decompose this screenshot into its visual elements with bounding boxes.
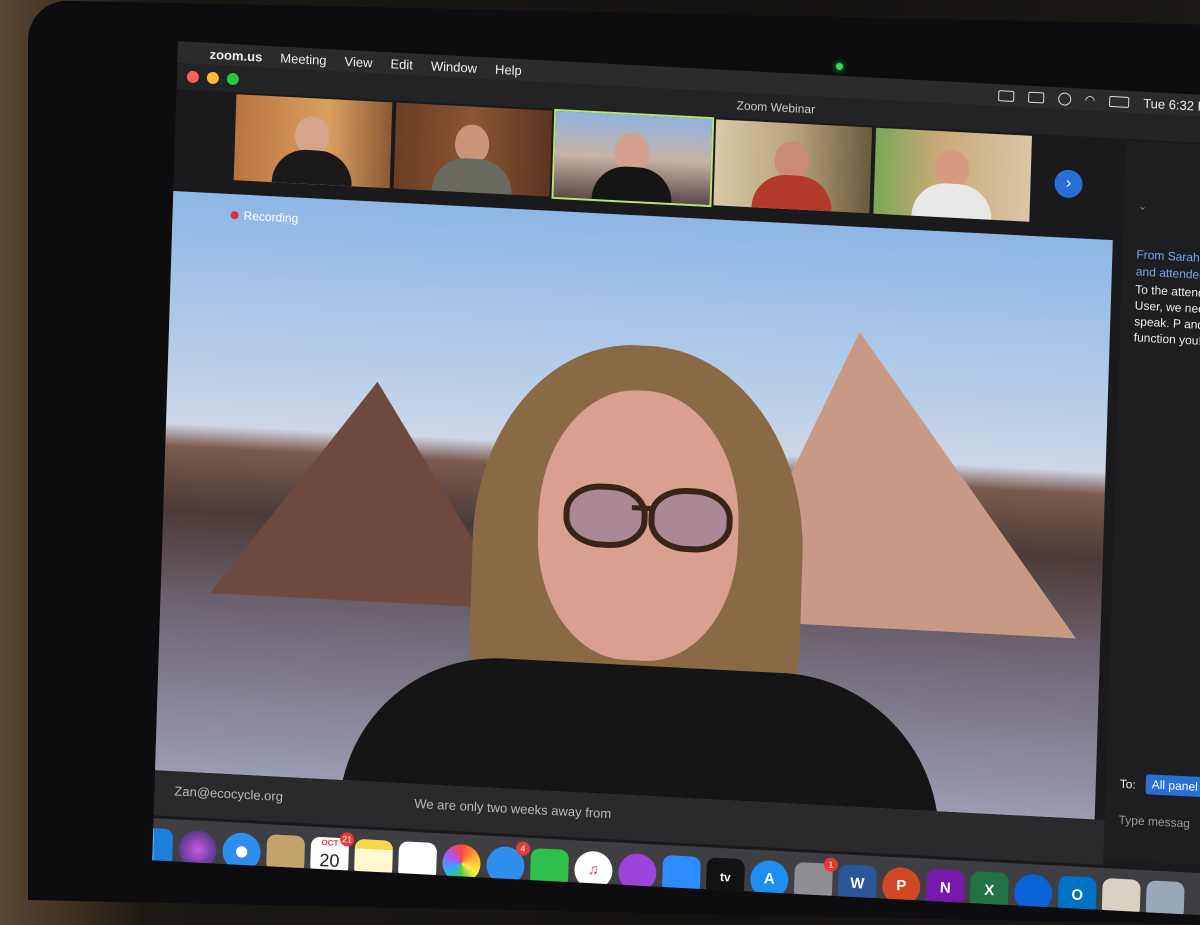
chat-recipient-dropdown[interactable]: All panel xyxy=(1145,774,1200,798)
facetime-icon[interactable] xyxy=(529,848,570,888)
glasses-bridge xyxy=(631,505,652,512)
system-preferences-icon[interactable]: 1 xyxy=(793,857,839,902)
menu-edit[interactable]: Edit xyxy=(390,56,413,72)
onedrive-icon[interactable] xyxy=(1013,873,1053,914)
glasses-lens-right xyxy=(647,486,734,555)
photos-icon[interactable] xyxy=(441,843,482,884)
main-speaker-video: Recording xyxy=(152,189,1113,820)
recording-label: Recording xyxy=(243,208,299,226)
menu-help[interactable]: Help xyxy=(495,61,522,77)
finder-icon[interactable] xyxy=(152,827,174,868)
messages-icon[interactable]: 4 xyxy=(485,841,531,886)
battery-icon[interactable] xyxy=(1109,95,1130,108)
reminders-icon[interactable] xyxy=(397,841,438,882)
time-machine-icon[interactable] xyxy=(1057,91,1071,106)
camera-indicator xyxy=(836,62,843,71)
window-title: Zoom Webinar xyxy=(736,98,816,117)
chat-sender: From Sarah Hun and attendees: xyxy=(1136,246,1200,285)
next-page-arrow-icon[interactable]: › xyxy=(1054,169,1083,199)
participant-body xyxy=(751,173,833,212)
safari-icon[interactable] xyxy=(222,831,262,872)
notes-folder-icon[interactable] xyxy=(265,834,306,875)
chat-panel: ⌄ From Sarah Hun and attendees: To the a… xyxy=(1103,140,1200,867)
menu-meeting[interactable]: Meeting xyxy=(280,50,327,67)
notes-icon[interactable] xyxy=(353,838,394,879)
outlook-icon[interactable]: O xyxy=(1057,875,1097,916)
close-window-icon[interactable] xyxy=(186,70,200,84)
menu-clock[interactable]: Tue 6:32 PM xyxy=(1143,95,1200,114)
excel-icon[interactable]: X xyxy=(969,871,1009,912)
powerpoint-icon[interactable]: P xyxy=(881,866,921,907)
onenote-icon[interactable]: N xyxy=(925,868,965,909)
participant-body xyxy=(271,148,353,187)
participant-body xyxy=(431,156,513,195)
participant-thumbnail[interactable] xyxy=(713,119,873,214)
participant-thumbnail[interactable] xyxy=(393,102,553,197)
participant-thumbnail-active[interactable] xyxy=(551,108,715,208)
participant-thumbnail[interactable] xyxy=(873,127,1033,222)
menu-window[interactable]: Window xyxy=(431,58,478,75)
participant-thumbnail[interactable] xyxy=(233,94,393,189)
minimize-window-icon[interactable] xyxy=(206,71,220,85)
mail-preview-text[interactable]: We are only two weeks away from xyxy=(414,796,611,821)
menu-view[interactable]: View xyxy=(344,53,372,69)
siri-icon[interactable] xyxy=(178,829,218,870)
menu-app-name[interactable]: zoom.us xyxy=(209,46,262,64)
preferences-badge: 1 xyxy=(823,857,839,873)
calendar-icon[interactable]: OCT 20 21 xyxy=(309,832,355,877)
participant-body xyxy=(591,164,673,204)
mail-sender-email[interactable]: Zan@ecocycle.org xyxy=(174,783,283,804)
recording-indicator[interactable]: Recording xyxy=(230,208,298,226)
mail-stamp-icon[interactable] xyxy=(1101,877,1141,916)
chat-sender-recipients: and attendees: xyxy=(1135,264,1200,283)
app-store-icon[interactable]: A xyxy=(749,859,789,900)
screen: zoom.us Meeting View Edit Window Help ◠ … xyxy=(152,41,1200,916)
chat-message: To the attendee OS User, we nee you to s… xyxy=(1133,282,1200,348)
podcasts-icon[interactable] xyxy=(617,852,657,893)
chevron-down-icon[interactable]: ⌄ xyxy=(1138,199,1148,212)
word-icon[interactable]: W xyxy=(837,864,877,905)
laptop-bezel: zoom.us Meeting View Edit Window Help ◠ … xyxy=(28,0,1200,925)
calendar-day: 20 xyxy=(319,849,340,871)
apple-tv-icon[interactable]: tv xyxy=(705,857,745,898)
preview-icon[interactable] xyxy=(1145,880,1185,916)
chat-sender-name: From Sarah Hun xyxy=(1136,247,1200,266)
display-icon[interactable] xyxy=(1027,91,1044,103)
wifi-icon[interactable]: ◠ xyxy=(1085,93,1096,108)
camera-status-icon[interactable] xyxy=(997,89,1014,102)
music-icon[interactable]: ♫ xyxy=(573,850,614,891)
maximize-window-icon[interactable] xyxy=(226,72,240,86)
recording-dot-icon xyxy=(230,210,239,220)
participant-body xyxy=(911,181,993,220)
chat-to-label: To: xyxy=(1119,776,1136,792)
chat-message-input[interactable]: Type messag xyxy=(1118,813,1190,831)
calendar-badge: 21 xyxy=(339,832,355,847)
messages-badge: 4 xyxy=(515,841,531,856)
zoom-icon[interactable] xyxy=(661,854,701,895)
